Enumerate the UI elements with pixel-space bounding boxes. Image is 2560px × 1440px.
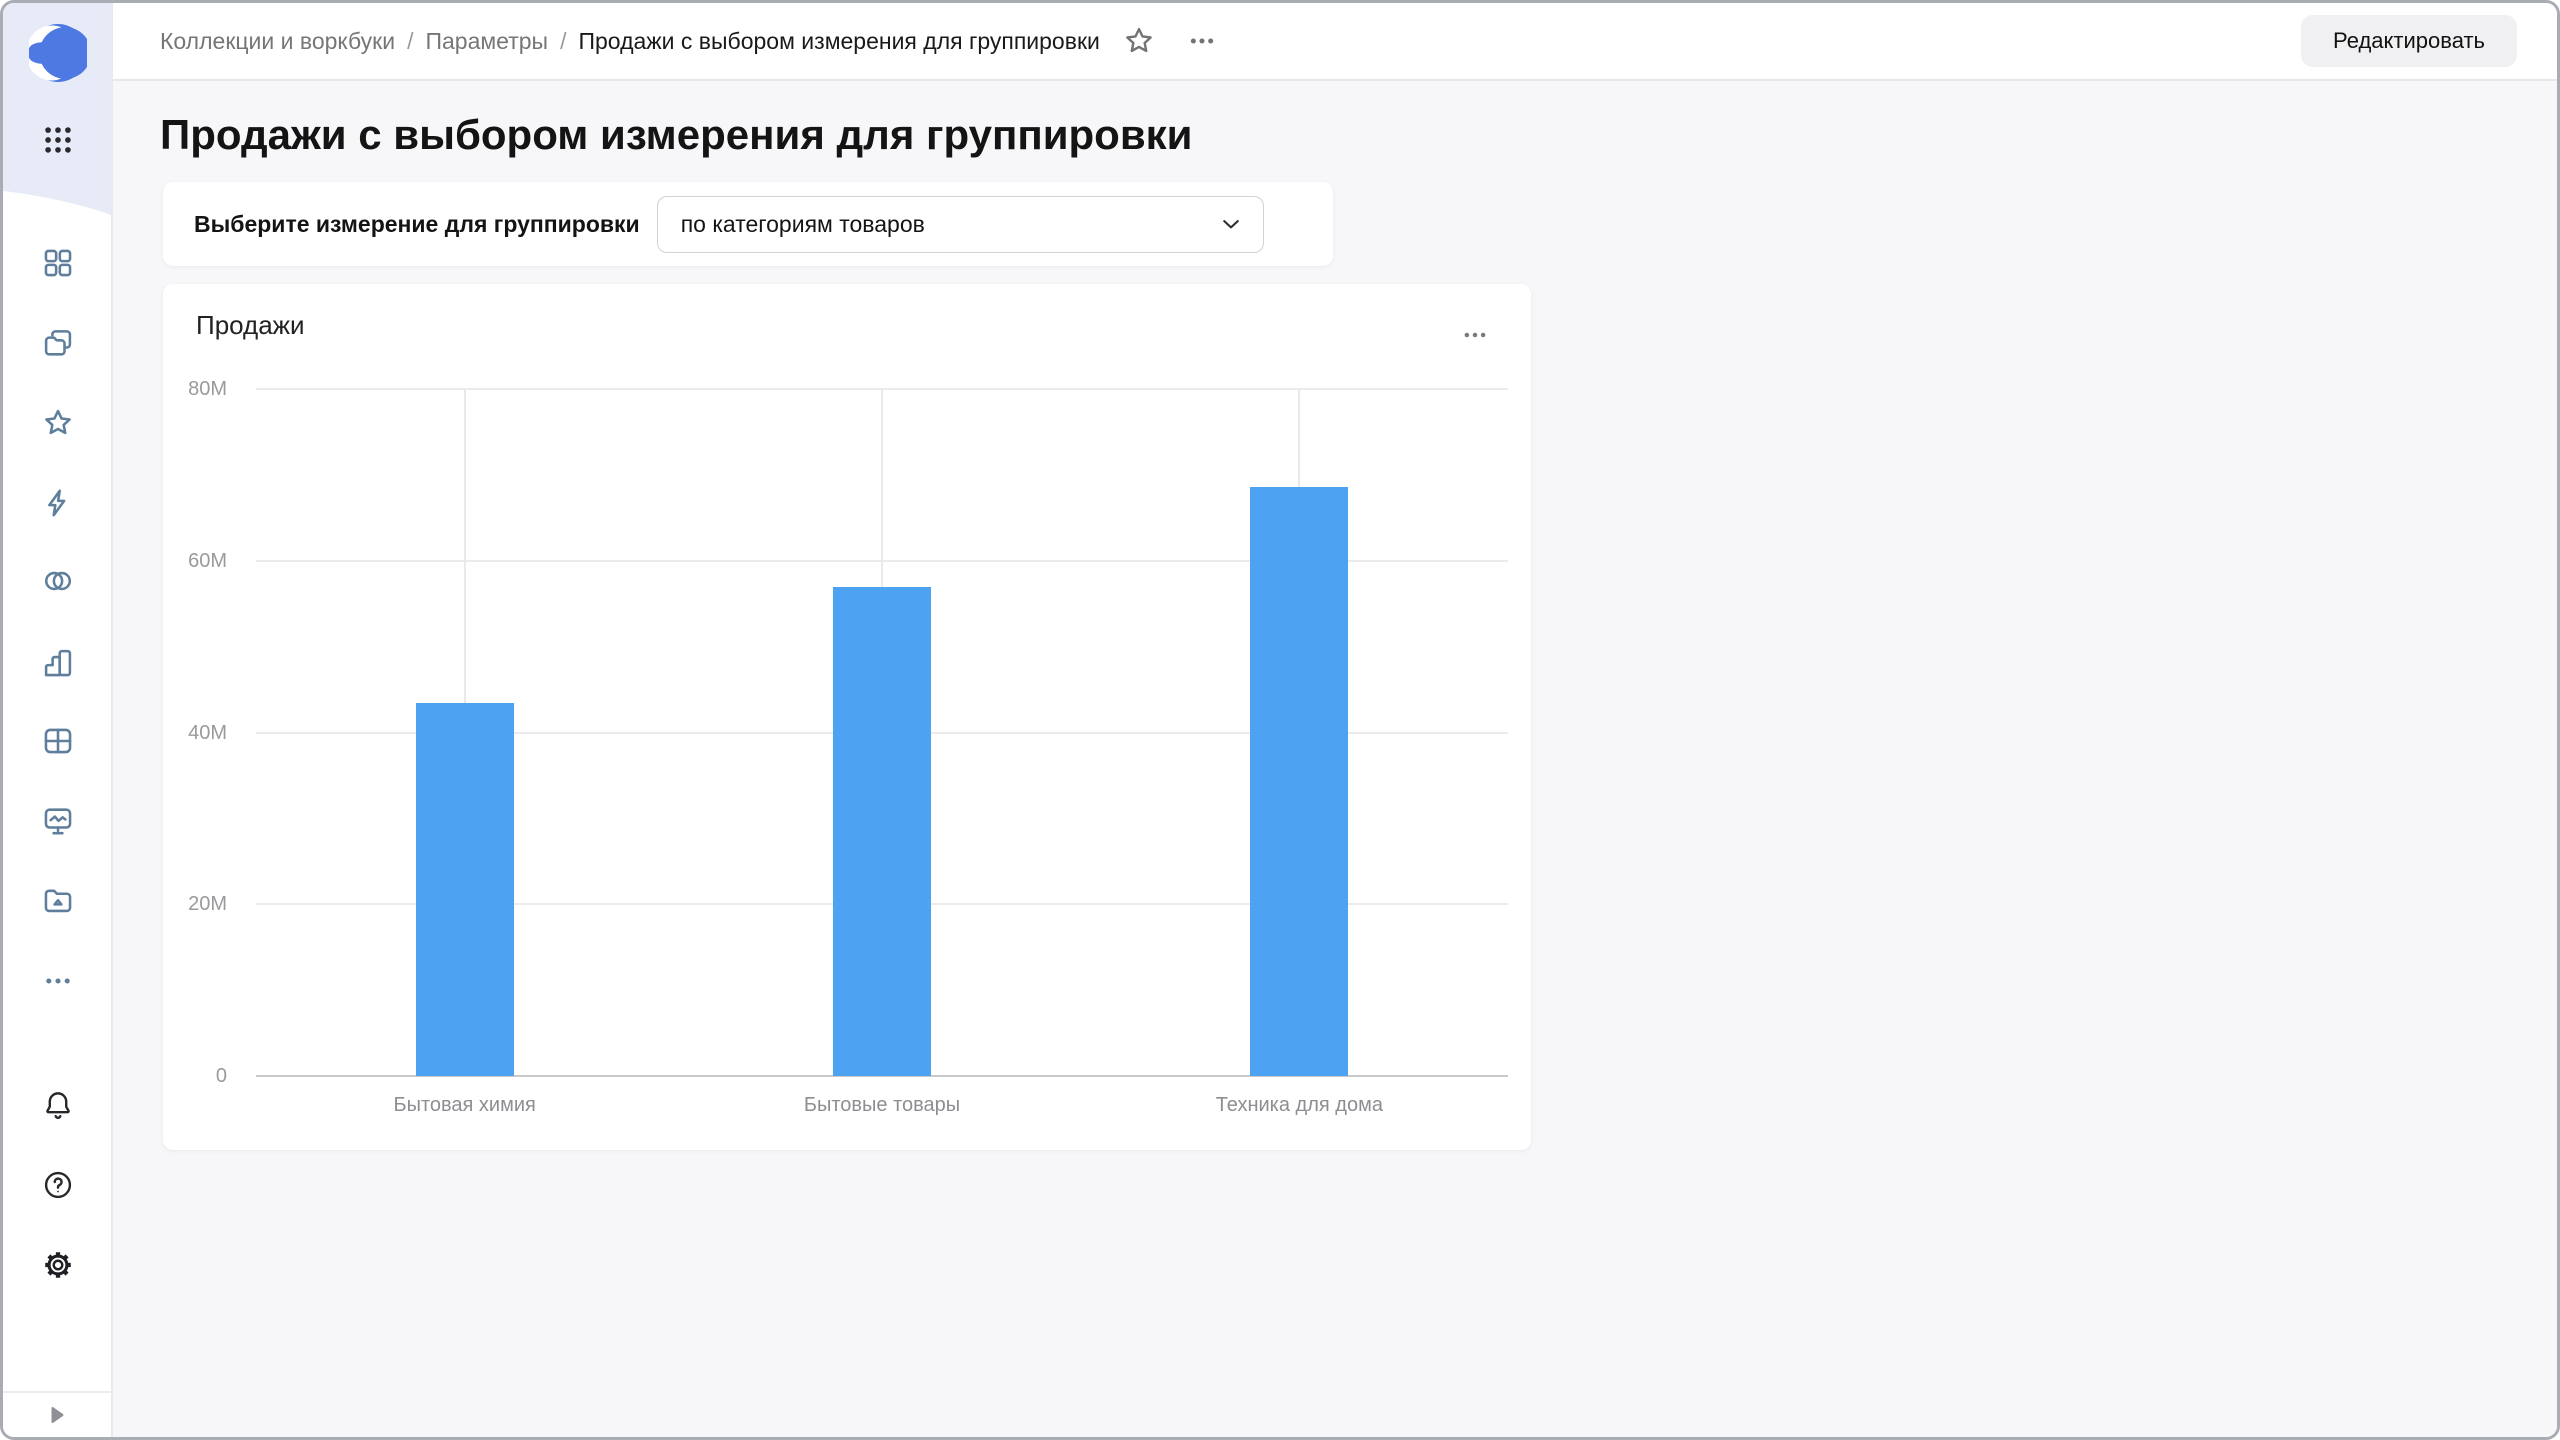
y-tick-label: 0	[163, 1063, 227, 1089]
breadcrumb-separator: /	[560, 28, 566, 55]
sidebar-item-favorites[interactable]	[40, 405, 76, 441]
sidebar-item-collections[interactable]	[40, 325, 76, 361]
edit-button[interactable]: Редактировать	[2301, 15, 2517, 67]
sidebar-item-apps[interactable]	[41, 123, 75, 157]
sidebar-wave-decoration	[3, 189, 111, 217]
bar-1[interactable]	[833, 587, 931, 1076]
sidebar-item-navigation[interactable]	[40, 245, 76, 281]
sidebar-expand-button[interactable]	[45, 1403, 69, 1427]
collections-stack-icon	[41, 326, 75, 360]
page-title: Продажи с выбором измерения для группиро…	[160, 111, 1193, 159]
y-tick-label: 60M	[163, 548, 227, 574]
sidebar-item-dashboards[interactable]	[40, 803, 76, 839]
y-tick-label: 80M	[163, 376, 227, 402]
main-content: Продажи с выбором измерения для группиро…	[113, 81, 2557, 1437]
ellipsis-icon	[1186, 25, 1218, 57]
sidebar-item-more[interactable]	[40, 963, 76, 999]
filter-label: Выберите измерение для группировки	[194, 211, 640, 238]
bar-2[interactable]	[1250, 487, 1348, 1076]
more-ellipsis-icon	[41, 964, 75, 998]
filter-widget-card: Выберите измерение для группировки по ка…	[163, 182, 1333, 266]
help-icon	[41, 1168, 75, 1202]
sidebar-item-datasets[interactable]	[40, 563, 76, 599]
breadcrumb-separator: /	[407, 28, 413, 55]
y-tick-label: 20M	[163, 891, 227, 917]
star-icon	[1122, 24, 1156, 58]
sidebar-item-editor[interactable]	[40, 723, 76, 759]
chart-plot: 0 20M 40M 60M 80M Бытовая химия Бытовые товары…	[163, 284, 1531, 1150]
datalens-logo[interactable]	[29, 24, 87, 82]
datasets-circles-icon	[41, 564, 75, 598]
sidebar-item-charts[interactable]	[40, 645, 76, 681]
chevron-down-icon	[1217, 210, 1245, 238]
sidebar-footer	[3, 1391, 111, 1437]
storage-folder-icon	[41, 884, 75, 918]
sidebar-item-settings[interactable]	[40, 1247, 76, 1283]
app-window: Коллекции и воркбуки / Параметры / Прода…	[0, 0, 2560, 1440]
sidebar	[3, 3, 113, 1437]
charts-bars-icon	[41, 646, 75, 680]
sidebar-item-notifications[interactable]	[40, 1087, 76, 1123]
x-tick-label: Техника для дома	[1099, 1092, 1499, 1118]
editor-table-icon	[41, 724, 75, 758]
chart-widget-card: Продажи 020M40M60M80MБытовая химияБытовы…	[163, 284, 1531, 1150]
connections-bolt-icon	[41, 486, 75, 520]
dimension-select[interactable]: по категориям товаров	[657, 196, 1264, 253]
breadcrumb-current-page: Продажи с выбором измерения для группиро…	[578, 28, 1099, 55]
favorites-star-icon	[41, 406, 75, 440]
notifications-bell-icon	[41, 1088, 75, 1122]
apps-grid-icon	[41, 123, 75, 157]
breadcrumb-collections[interactable]: Коллекции и воркбуки	[160, 28, 395, 55]
sidebar-item-storage[interactable]	[40, 883, 76, 919]
y-tick-label: 40M	[163, 720, 227, 746]
sidebar-item-help[interactable]	[40, 1167, 76, 1203]
dashboards-monitor-icon	[41, 804, 75, 838]
datalens-logo-icon	[29, 24, 87, 82]
breadcrumb-parameters[interactable]: Параметры	[425, 28, 548, 55]
settings-gear-icon	[41, 1248, 75, 1282]
entry-menu-button[interactable]	[1186, 25, 1218, 57]
bar-0[interactable]	[416, 703, 514, 1076]
x-tick-label: Бытовая химия	[265, 1092, 665, 1118]
favorite-button[interactable]	[1122, 24, 1156, 58]
breadcrumb: Коллекции и воркбуки / Параметры / Прода…	[160, 28, 1100, 55]
play-triangle-icon	[45, 1403, 69, 1427]
header: Коллекции и воркбуки / Параметры / Прода…	[113, 3, 2557, 81]
x-tick-label: Бытовые товары	[682, 1092, 1082, 1118]
navigation-grid-icon	[41, 246, 75, 280]
dimension-select-value: по категориям товаров	[681, 211, 1217, 238]
sidebar-item-connections[interactable]	[40, 485, 76, 521]
